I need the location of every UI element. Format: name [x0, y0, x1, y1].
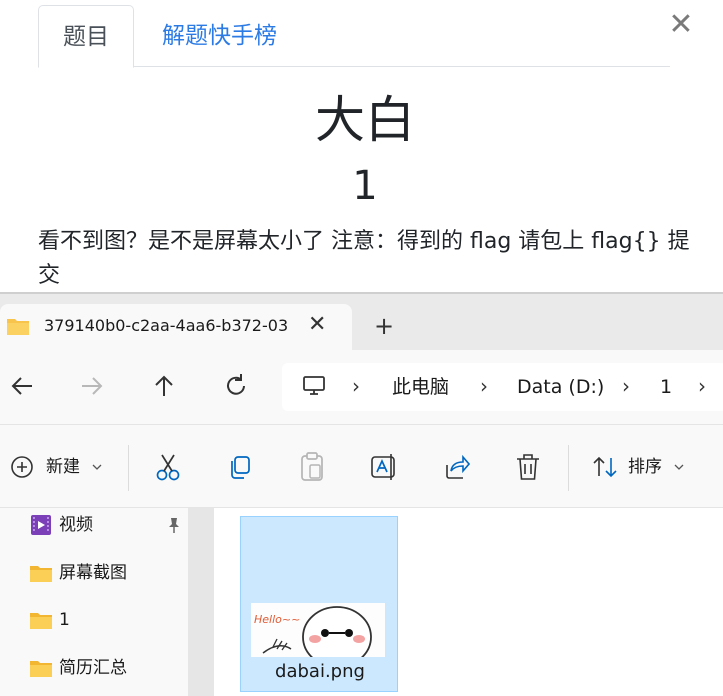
folder-icon	[30, 613, 52, 629]
chevron-right-icon: ›	[352, 374, 360, 398]
folder-icon	[7, 319, 29, 335]
explorer-tab-title: 379140b0-c2aa-4aa6-b372-03	[44, 316, 289, 335]
chevron-down-icon	[92, 464, 102, 470]
refresh-icon[interactable]	[218, 368, 254, 404]
sort-icon	[593, 456, 617, 478]
toolbar-divider	[128, 445, 129, 491]
challenge-modal: 题目 解题快手榜 ✕ 大白 1 看不到图？是不是屏幕太小了 注意：得到的 fla…	[0, 0, 723, 292]
new-tab-icon[interactable]: +	[374, 314, 394, 338]
rename-icon[interactable]	[370, 451, 398, 483]
computer-icon	[303, 376, 325, 395]
plus-circle-icon	[11, 456, 33, 478]
sort-button-label: 排序	[628, 457, 662, 477]
sidebar-item-label: 简历汇总	[59, 658, 127, 678]
breadcrumb-folder-1[interactable]: 1	[660, 375, 672, 399]
pin-icon[interactable]	[166, 516, 182, 534]
thumbnail-hello-text: Hello~~	[254, 613, 300, 626]
challenge-points: 1	[352, 163, 378, 209]
sidebar-item-label: 1	[59, 610, 70, 630]
chevron-right-icon: ›	[480, 374, 488, 398]
arrow-left-icon[interactable]	[4, 368, 40, 404]
sidebar-item-label: 屏幕截图	[59, 563, 127, 583]
copy-icon[interactable]	[226, 451, 254, 483]
delete-icon[interactable]	[514, 451, 542, 483]
modal-tabbar: 题目 解题快手榜	[38, 0, 670, 68]
arrow-up-icon[interactable]	[146, 368, 182, 404]
baymax-thumbnail-image: Hello~~	[251, 603, 385, 657]
file-name: dabai.png	[275, 661, 365, 682]
navigation-pane: 视频 屏幕截图 1 简历汇总	[0, 508, 188, 696]
file-item-dabai-png[interactable]: Hello~~ dabai.png	[240, 516, 398, 692]
file-explorer-window: 379140b0-c2aa-4aa6-b372-03 ✕ + › 此电脑 › D…	[0, 292, 723, 696]
command-bar: 新建 排序	[0, 424, 723, 508]
explorer-titlebar: 379140b0-c2aa-4aa6-b372-03 ✕ +	[0, 294, 723, 350]
close-icon[interactable]: ✕	[666, 8, 696, 42]
cut-icon[interactable]	[154, 451, 182, 483]
file-list: Hello~~ dabai.png	[214, 508, 723, 696]
explorer-tab[interactable]: 379140b0-c2aa-4aa6-b372-03 ✕	[0, 304, 352, 350]
chevron-down-icon	[674, 464, 684, 470]
breadcrumb-this-pc[interactable]: 此电脑	[392, 375, 449, 399]
sidebar-item-label: 视频	[59, 515, 93, 535]
new-button[interactable]: 新建	[10, 451, 108, 483]
sort-button[interactable]: 排序	[592, 451, 692, 483]
challenge-title: 大白	[315, 91, 415, 149]
sidebar-item-videos[interactable]: 视频	[30, 510, 186, 540]
address-bar[interactable]: › 此电脑 › Data (D:) › 1 ›	[282, 363, 723, 411]
tab-solve-ranking[interactable]: 解题快手榜	[138, 5, 301, 67]
breadcrumb-data-drive[interactable]: Data (D:)	[517, 375, 604, 399]
video-folder-icon	[31, 515, 51, 535]
explorer-navbar: › 此电脑 › Data (D:) › 1 ›	[0, 350, 723, 424]
chevron-right-icon: ›	[622, 374, 630, 398]
folder-icon	[30, 566, 52, 582]
paste-icon[interactable]	[298, 451, 326, 483]
chevron-right-icon: ›	[698, 374, 706, 398]
navigation-pane-scrollbar[interactable]	[188, 508, 214, 696]
challenge-description: 看不到图？是不是屏幕太小了 注意：得到的 flag 请包上 flag{} 提交	[38, 229, 690, 288]
image-thumbnail: Hello~~	[251, 603, 385, 657]
new-button-label: 新建	[46, 457, 80, 477]
share-icon[interactable]	[442, 451, 470, 483]
arrow-right-icon[interactable]	[74, 368, 110, 404]
toolbar-divider	[568, 445, 569, 491]
folder-icon	[30, 661, 52, 677]
tab-challenge[interactable]: 题目	[38, 5, 134, 68]
close-tab-icon[interactable]: ✕	[308, 312, 326, 337]
